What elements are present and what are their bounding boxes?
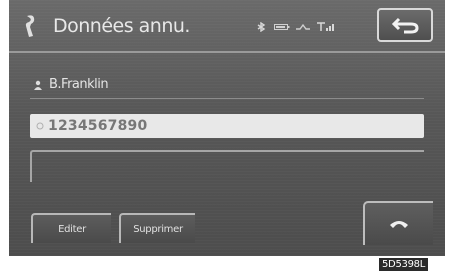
delete-button[interactable]: Supprimer — [119, 213, 195, 243]
back-arrow-icon — [391, 17, 419, 34]
edit-button[interactable]: Editer — [31, 213, 111, 243]
contact-name-row: B.Franklin — [33, 77, 109, 92]
status-icons — [256, 22, 334, 32]
phone-number-icon — [36, 122, 44, 130]
nav-screen: Données annu. B.Franklin 1234567890 Edit… — [9, 0, 445, 256]
bluetooth-icon — [257, 22, 266, 32]
person-icon — [34, 80, 42, 90]
antenna-icon — [317, 22, 334, 31]
phone-number: 1234567890 — [48, 118, 148, 134]
signal-icon — [296, 23, 310, 30]
call-button[interactable] — [363, 201, 433, 245]
contact-name: B.Franklin — [49, 77, 109, 92]
empty-number-row[interactable] — [30, 150, 424, 182]
header: Données annu. — [23, 14, 190, 38]
header-divider — [9, 51, 445, 53]
name-divider — [30, 98, 424, 99]
handset-icon — [390, 221, 408, 228]
battery-icon — [274, 24, 290, 30]
phone-book-icon — [25, 15, 35, 38]
image-reference-code: 5D5398L — [379, 258, 428, 271]
back-button[interactable] — [377, 8, 433, 42]
phone-number-row[interactable]: 1234567890 — [30, 114, 424, 138]
page-title: Données annu. — [53, 15, 190, 37]
